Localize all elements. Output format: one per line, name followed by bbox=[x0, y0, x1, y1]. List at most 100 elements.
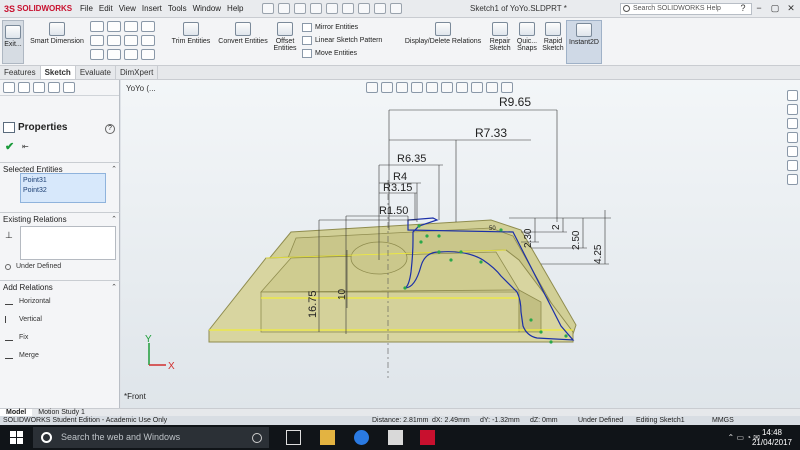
menu-tools[interactable]: Tools bbox=[168, 4, 187, 13]
tab-evaluate[interactable]: Evaluate bbox=[76, 66, 116, 79]
slot-icon[interactable] bbox=[90, 49, 104, 60]
store-icon[interactable] bbox=[388, 430, 403, 445]
existing-relations-header[interactable]: Existing Relations ⌃ bbox=[0, 212, 120, 226]
circle-dropdown-icon[interactable] bbox=[124, 21, 138, 32]
menu-edit[interactable]: Edit bbox=[99, 4, 113, 13]
menu-view[interactable]: View bbox=[119, 4, 136, 13]
convert-entities-button[interactable]: Convert Entities bbox=[214, 22, 272, 45]
mirror-entities-button[interactable]: Mirror Entities bbox=[302, 21, 397, 34]
maximize-button[interactable]: ▢ bbox=[770, 3, 780, 14]
dim-r315[interactable]: R3.15 bbox=[383, 182, 412, 194]
rectangle-icon[interactable] bbox=[90, 35, 104, 46]
polygon-icon[interactable] bbox=[107, 49, 121, 60]
tab-features[interactable]: Features bbox=[0, 66, 41, 79]
linear-pattern-icon bbox=[302, 36, 312, 45]
dim-1675[interactable]: 16.75 bbox=[307, 290, 319, 318]
dim-r150[interactable]: R1.50 bbox=[379, 205, 408, 217]
dim-50[interactable]: 50 bbox=[489, 226, 496, 232]
property-manager-icon[interactable] bbox=[18, 82, 30, 93]
home-icon[interactable] bbox=[261, 3, 274, 14]
smart-dimension-button[interactable]: Smart Dimension bbox=[27, 22, 87, 45]
dim-r965[interactable]: R9.65 bbox=[499, 95, 531, 109]
minimize-button[interactable]: − bbox=[754, 3, 764, 14]
line-icon[interactable] bbox=[90, 21, 104, 32]
tab-dimxpert[interactable]: DimXpert bbox=[116, 66, 159, 79]
dimxpert-icon[interactable] bbox=[48, 82, 60, 93]
trim-entities-button[interactable]: Trim Entities bbox=[168, 22, 214, 45]
relation-merge[interactable]: Merge bbox=[5, 352, 39, 359]
ok-checkmark-icon[interactable]: ✔ bbox=[5, 140, 14, 153]
microphone-icon[interactable] bbox=[252, 433, 262, 443]
rebuild-icon[interactable] bbox=[373, 3, 386, 14]
dim-230[interactable]: 2.30 bbox=[523, 228, 534, 248]
dim-r733[interactable]: R7.33 bbox=[475, 126, 507, 140]
linear-sketch-pattern-button[interactable]: Linear Sketch Pattern bbox=[302, 34, 397, 47]
offset-entities-button[interactable]: Offset Entities bbox=[272, 22, 298, 52]
spline-icon[interactable] bbox=[141, 21, 155, 32]
select-icon[interactable] bbox=[357, 3, 370, 14]
solidworks-logo[interactable]: 3S SOLIDWORKS bbox=[0, 0, 72, 18]
task-view-icon[interactable] bbox=[286, 430, 301, 445]
relation-icon: ⊥ bbox=[5, 230, 13, 240]
add-relations-header[interactable]: Add Relations ⌃ bbox=[0, 280, 120, 294]
tab-motion-study[interactable]: Motion Study 1 bbox=[32, 409, 91, 416]
rapid-sketch-button[interactable]: Rapid Sketch bbox=[540, 22, 566, 52]
solidworks-taskbar-icon[interactable] bbox=[420, 430, 435, 445]
relation-fix[interactable]: Fix bbox=[5, 334, 28, 341]
repair-sketch-button[interactable]: Repair Sketch bbox=[487, 22, 513, 52]
windows-start-icon[interactable] bbox=[10, 431, 23, 444]
configuration-icon[interactable] bbox=[33, 82, 45, 93]
help-search-input[interactable]: Search SOLIDWORKS Help bbox=[620, 3, 752, 15]
text-icon[interactable] bbox=[141, 49, 155, 60]
taskbar-search-input[interactable]: Search the web and Windows bbox=[33, 427, 269, 448]
circle-icon[interactable] bbox=[107, 21, 121, 32]
arc-icon[interactable] bbox=[107, 35, 121, 46]
dim-10[interactable]: 10 bbox=[337, 288, 348, 300]
menu-insert[interactable]: Insert bbox=[142, 4, 162, 13]
file-explorer-icon[interactable] bbox=[320, 430, 335, 445]
document-title: Sketch1 of YoYo.SLDPRT * bbox=[470, 4, 567, 13]
vertical-icon bbox=[5, 316, 13, 323]
pin-icon[interactable]: ⇤ bbox=[22, 142, 29, 151]
horizontal-icon bbox=[5, 298, 13, 305]
relation-vertical[interactable]: Vertical bbox=[5, 316, 42, 323]
help-icon[interactable]: ? bbox=[105, 124, 115, 134]
save-icon[interactable] bbox=[309, 3, 322, 14]
dim-250[interactable]: 2.50 bbox=[571, 230, 582, 250]
new-document-icon[interactable] bbox=[277, 3, 290, 14]
relation-horizontal[interactable]: Horizontal bbox=[5, 298, 51, 305]
graphics-area[interactable]: YoYo (... R9.65 R7.33 R6.35 R4 R3.15 R1.… bbox=[121, 80, 800, 408]
tab-model[interactable]: Model bbox=[0, 409, 33, 416]
print-icon[interactable] bbox=[325, 3, 338, 14]
taskbar-clock[interactable]: 14:48 21/04/2017 bbox=[752, 428, 792, 448]
open-folder-icon[interactable] bbox=[293, 3, 306, 14]
existing-relations-list[interactable] bbox=[20, 226, 116, 260]
display-manager-icon[interactable] bbox=[63, 82, 75, 93]
quick-snaps-button[interactable]: Quic... Snaps bbox=[514, 22, 540, 52]
undo-icon[interactable] bbox=[341, 3, 354, 14]
menu-help[interactable]: Help bbox=[227, 4, 243, 13]
menu-window[interactable]: Window bbox=[193, 4, 221, 13]
exit-sketch-button[interactable]: Exit... bbox=[2, 20, 24, 64]
chrome-icon[interactable] bbox=[354, 430, 369, 445]
list-item[interactable]: Point31 bbox=[23, 176, 103, 186]
arc-dropdown-icon[interactable] bbox=[124, 35, 138, 46]
list-item[interactable]: Point32 bbox=[23, 186, 103, 196]
fillet-icon[interactable] bbox=[124, 49, 138, 60]
dim-2[interactable]: 2 bbox=[551, 224, 562, 230]
cortana-icon bbox=[41, 432, 52, 443]
close-button[interactable]: ✕ bbox=[786, 3, 796, 14]
dim-r635[interactable]: R6.35 bbox=[397, 153, 426, 165]
selected-entities-list[interactable]: Point31 Point32 bbox=[20, 173, 106, 203]
help-button[interactable]: ? bbox=[738, 3, 748, 14]
tab-sketch[interactable]: Sketch bbox=[40, 66, 76, 79]
feature-tree-icon[interactable] bbox=[3, 82, 15, 93]
ellipse-icon[interactable] bbox=[141, 35, 155, 46]
instant2d-button[interactable]: Instant2D bbox=[566, 20, 602, 64]
options-icon[interactable] bbox=[389, 3, 402, 14]
unit-system[interactable]: MMGS bbox=[712, 416, 734, 425]
dim-425[interactable]: 4.25 bbox=[593, 244, 604, 264]
display-delete-relations-button[interactable]: Display/Delete Relations bbox=[400, 22, 486, 45]
move-entities-button[interactable]: Move Entities bbox=[302, 47, 397, 60]
menu-file[interactable]: File bbox=[80, 4, 93, 13]
